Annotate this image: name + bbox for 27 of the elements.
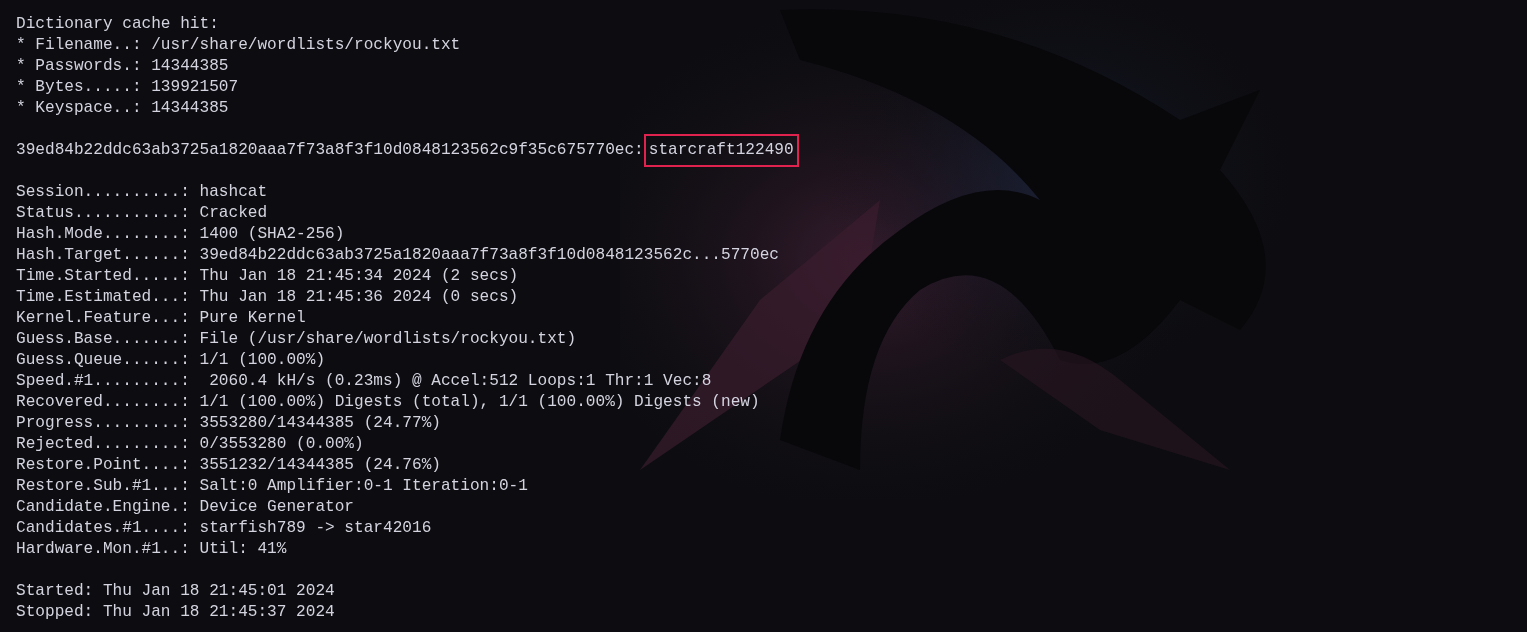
- terminal-line: * Filename..: /usr/share/wordlists/rockyou.txt: [16, 35, 461, 56]
- terminal-line: Candidates.#1....: starfish789 -> star42016: [16, 518, 432, 539]
- terminal-line: Time.Started.....: Thu Jan 18 21:45:34 2024 (2 secs): [16, 266, 519, 287]
- hash-text: 39ed84b22ddc63ab3725a1820aaa7f73a8f3f10d0848123562c9f35c675770ec:: [16, 140, 644, 161]
- terminal-line: Stopped: Thu Jan 18 21:45:37 2024: [16, 602, 335, 623]
- terminal-line: Kernel.Feature...: Pure Kernel: [16, 308, 306, 329]
- terminal-line: Restore.Sub.#1...: Salt:0 Amplifier:0-1 Iteration:0-1: [16, 476, 528, 497]
- terminal-line: Rejected.........: 0/3553280 (0.00%): [16, 434, 364, 455]
- terminal-line: Speed.#1.........: 2060.4 kH/s (0.23ms) @ Accel:512 Loops:1 Thr:1 Vec:8: [16, 371, 712, 392]
- terminal-line: Status...........: Cracked: [16, 203, 268, 224]
- terminal-line: Candidate.Engine.: Device Generator: [16, 497, 355, 518]
- terminal-line: Dictionary cache hit:: [16, 14, 219, 35]
- terminal-line: * Passwords.: 14344385: [16, 56, 229, 77]
- highlighted-password: starcraft122490: [643, 134, 799, 167]
- terminal-line: Progress.........: 3553280/14344385 (24.77%): [16, 413, 441, 434]
- terminal-line: Hash.Target......: 39ed84b22ddc63ab3725a1820aaa7f73a8f3f10d0848123562c...5770ec: [16, 245, 779, 266]
- terminal-line: Hash.Mode........: 1400 (SHA2-256): [16, 224, 345, 245]
- terminal-line: * Keyspace..: 14344385: [16, 98, 229, 119]
- terminal-line: Guess.Base.......: File (/usr/share/wordlists/rockyou.txt): [16, 329, 577, 350]
- terminal-line: * Bytes.....: 139921507: [16, 77, 239, 98]
- terminal-line: Time.Estimated...: Thu Jan 18 21:45:36 2024 (0 secs): [16, 287, 519, 308]
- terminal-line: Session..........: hashcat: [16, 182, 268, 203]
- terminal-line: Guess.Queue......: 1/1 (100.00%): [16, 350, 326, 371]
- terminal-line: Recovered........: 1/1 (100.00%) Digests (total), 1/1 (100.00%) Digests (new): [16, 392, 760, 413]
- terminal-line: Hardware.Mon.#1..: Util: 41%: [16, 539, 287, 560]
- terminal-line: Started: Thu Jan 18 21:45:01 2024: [16, 581, 335, 602]
- terminal-line: Restore.Point....: 3551232/14344385 (24.76%): [16, 455, 441, 476]
